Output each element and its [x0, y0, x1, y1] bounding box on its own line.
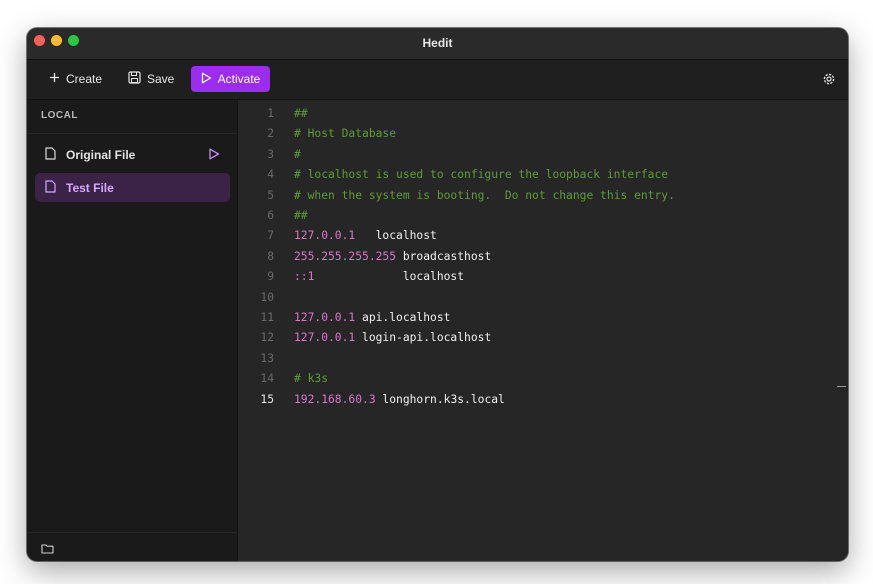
- sidebar-item-label: Test File: [66, 180, 114, 195]
- hostname: localhost: [355, 229, 437, 243]
- ip-address: 127.0.0.1: [294, 311, 356, 324]
- app-window: Hedit Create Save Activate LOCAL Origina…: [27, 28, 848, 561]
- code-line[interactable]: 8 255.255.255.255 broadcasthost: [238, 247, 848, 267]
- code-line[interactable]: 10: [238, 288, 848, 308]
- line-number: 10: [260, 290, 274, 304]
- code-line[interactable]: 15 192.168.60.3 longhorn.k3s.local: [238, 390, 848, 410]
- line-content: # when the system is booting. Do not cha…: [294, 186, 675, 206]
- comment-text: ##: [294, 107, 308, 120]
- activate-button[interactable]: Activate: [191, 66, 270, 92]
- line-content: ##: [294, 104, 308, 124]
- create-label: Create: [66, 72, 103, 86]
- line-number: 15: [260, 392, 274, 406]
- hostname: api.localhost: [355, 311, 451, 324]
- save-button[interactable]: Save: [120, 66, 182, 92]
- save-icon: [128, 71, 141, 87]
- ip-address: 192.168.60.3: [294, 392, 376, 406]
- code-line[interactable]: 6 ##: [238, 206, 848, 226]
- window-title: Hedit: [422, 36, 453, 50]
- code-line[interactable]: 14 # k3s: [238, 369, 848, 389]
- ip-address: 127.0.0.1: [294, 229, 356, 243]
- hostname: login-api.localhost: [355, 331, 492, 345]
- line-content: ::1 localhost: [294, 267, 464, 287]
- code-line[interactable]: 7 127.0.0.1 localhost: [238, 226, 848, 246]
- line-number: 5: [267, 188, 274, 202]
- line-number: 13: [260, 351, 274, 365]
- code-editor[interactable]: 1 ## 2 # Host Database 3 #4 # localhost is use…: [238, 100, 848, 561]
- line-content: # k3s: [294, 369, 328, 389]
- line-number: 2: [267, 127, 274, 141]
- code-line[interactable]: 9::1 localhost: [238, 267, 848, 287]
- line-number: 8: [267, 249, 274, 263]
- title-bar: Hedit: [27, 28, 848, 60]
- ip-address: 127.0.0.1: [294, 331, 356, 345]
- active-play-icon[interactable]: [208, 148, 220, 160]
- line-content: 255.255.255.255 broadcasthost: [294, 247, 491, 267]
- code-line[interactable]: 2 # Host Database: [238, 124, 848, 144]
- line-number: 9: [267, 270, 274, 284]
- hostname: longhorn.k3s.local: [375, 392, 505, 406]
- gear-icon[interactable]: [822, 72, 836, 86]
- line-content: 127.0.0.1 localhost: [294, 226, 437, 246]
- play-icon: [201, 72, 212, 87]
- comment-text: # localhost is used to configure the loo…: [294, 168, 669, 182]
- toolbar: Create Save Activate: [27, 60, 848, 100]
- plus-icon: [49, 72, 60, 86]
- folder-icon[interactable]: [41, 541, 54, 554]
- ip-address: 255.255.255.255: [294, 249, 397, 263]
- comment-text: # when the system is booting. Do not cha…: [294, 188, 675, 202]
- comment-text: # k3s: [294, 372, 329, 386]
- hostname: broadcasthost: [396, 249, 492, 263]
- line-number: 3: [267, 147, 274, 161]
- line-number: 4: [267, 168, 274, 182]
- comment-text: # Host Database: [294, 127, 397, 141]
- divider: [27, 133, 237, 134]
- code-line[interactable]: 4 # localhost is used to configure the lo…: [238, 165, 848, 185]
- line-number: 7: [267, 229, 274, 243]
- create-button[interactable]: Create: [41, 66, 110, 92]
- sidebar-header: LOCAL: [41, 110, 78, 121]
- line-content: ##: [294, 206, 308, 226]
- code-line[interactable]: 11 127.0.0.1 api.localhost: [238, 308, 848, 328]
- code-line[interactable]: 13: [238, 349, 848, 369]
- file-icon: [45, 179, 56, 196]
- file-icon: [45, 146, 56, 163]
- line-number: 12: [260, 331, 274, 345]
- comment-text: #: [294, 147, 301, 161]
- line-number: 11: [260, 311, 274, 324]
- line-content: 127.0.0.1 login-api.localhost: [294, 328, 491, 348]
- line-content: 192.168.60.3 longhorn.k3s.local: [294, 390, 505, 410]
- sidebar-item-original-file[interactable]: Original File: [35, 140, 230, 169]
- sidebar-footer: [27, 532, 237, 561]
- line-number: 14: [260, 372, 274, 386]
- line-content: # Host Database: [294, 124, 396, 144]
- line-number: 1: [267, 107, 274, 120]
- ip-address: ::1: [294, 270, 315, 284]
- sidebar-item-label: Original File: [66, 147, 136, 162]
- sidebar: LOCAL Original File Test File: [27, 100, 238, 561]
- line-number: 6: [267, 209, 274, 222]
- code-line[interactable]: 5 # when the system is booting. Do not ch…: [238, 186, 848, 206]
- sidebar-item-test-file[interactable]: Test File: [35, 173, 230, 202]
- code-line[interactable]: 3 #: [238, 145, 848, 165]
- comment-text: ##: [294, 209, 308, 222]
- save-label: Save: [147, 72, 175, 86]
- activate-label: Activate: [217, 72, 261, 86]
- line-content: 127.0.0.1 api.localhost: [294, 308, 450, 328]
- code-line[interactable]: 12 127.0.0.1 login-api.localhost: [238, 328, 848, 348]
- hostname: localhost: [314, 270, 465, 284]
- line-content: # localhost is used to configure the loo…: [294, 165, 668, 185]
- line-content: #: [294, 145, 301, 165]
- code-line[interactable]: 1 ##: [238, 104, 848, 124]
